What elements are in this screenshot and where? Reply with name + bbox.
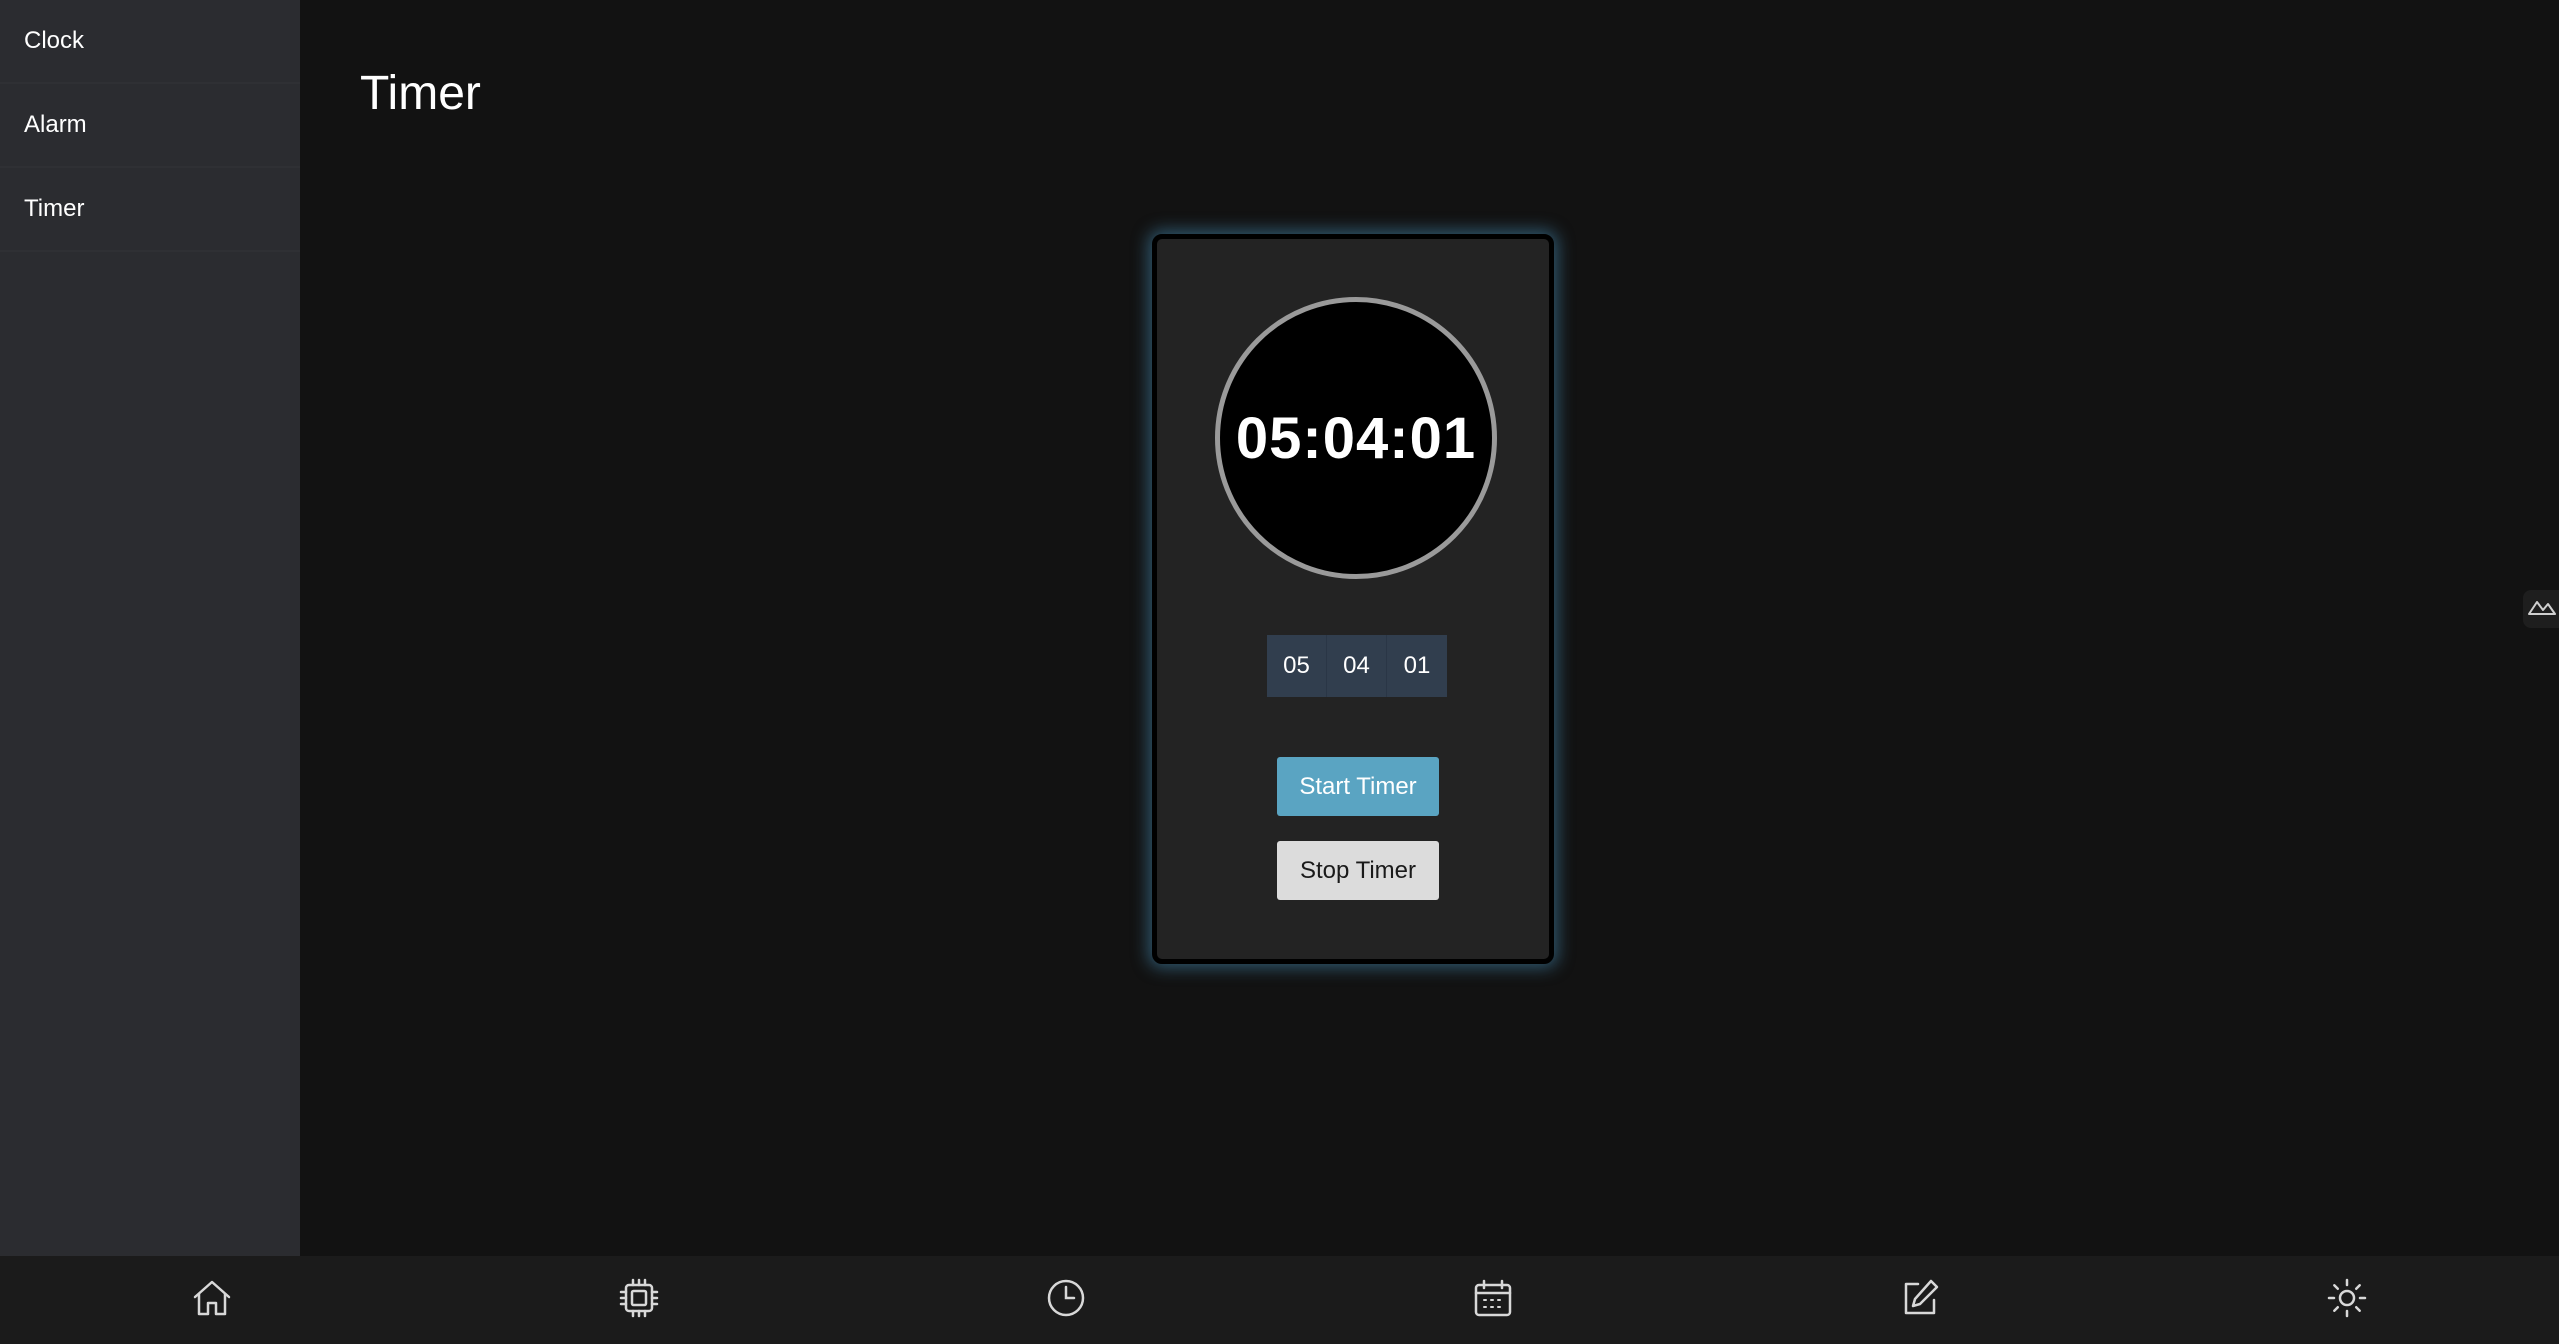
sidebar-item-timer[interactable]: Timer: [0, 168, 300, 252]
main-content: Timer 05:04:01 05 04 01 Start Timer Stop…: [300, 0, 2559, 1256]
chip-icon: [617, 1276, 661, 1325]
sidebar-item-label: Timer: [24, 195, 85, 222]
hours-input[interactable]: 05: [1267, 635, 1327, 697]
seconds-input[interactable]: 01: [1387, 635, 1447, 697]
brightness-icon: [2325, 1276, 2369, 1325]
clock-button[interactable]: [1042, 1276, 1090, 1324]
time-inputs: 05 04 01: [1267, 635, 1447, 697]
calendar-button[interactable]: [1469, 1276, 1517, 1324]
edit-button[interactable]: [1896, 1276, 1944, 1324]
sidebar-item-alarm[interactable]: Alarm: [0, 84, 300, 168]
bottom-nav-bar: [0, 1256, 2559, 1344]
sidebar-item-label: Alarm: [24, 111, 87, 138]
sidebar-item-label: Clock: [24, 27, 85, 54]
sidebar: Clock Alarm Timer: [0, 0, 300, 1256]
edit-icon: [1898, 1276, 1942, 1325]
app-window: Clock Alarm Timer Timer 05:04:01 05 04 0…: [0, 0, 2559, 1344]
page-title: Timer: [360, 67, 481, 120]
mountain-icon: [2527, 596, 2557, 623]
timer-display: 05:04:01: [1235, 405, 1477, 471]
brightness-button[interactable]: [2323, 1276, 2371, 1324]
timer-card: 05:04:01 05 04 01 Start Timer Stop Timer: [1152, 234, 1554, 964]
side-panel-handle[interactable]: [2523, 590, 2559, 628]
timer-dial: 05:04:01: [1215, 297, 1497, 579]
start-timer-button[interactable]: Start Timer: [1277, 757, 1439, 816]
processor-button[interactable]: [615, 1276, 663, 1324]
home-icon: [190, 1276, 234, 1325]
sidebar-item-clock[interactable]: Clock: [0, 0, 300, 84]
clock-icon: [1044, 1276, 1088, 1325]
home-button[interactable]: [188, 1276, 236, 1324]
calendar-icon: [1471, 1276, 1515, 1325]
minutes-input[interactable]: 04: [1327, 635, 1387, 697]
stop-timer-button[interactable]: Stop Timer: [1277, 841, 1439, 900]
